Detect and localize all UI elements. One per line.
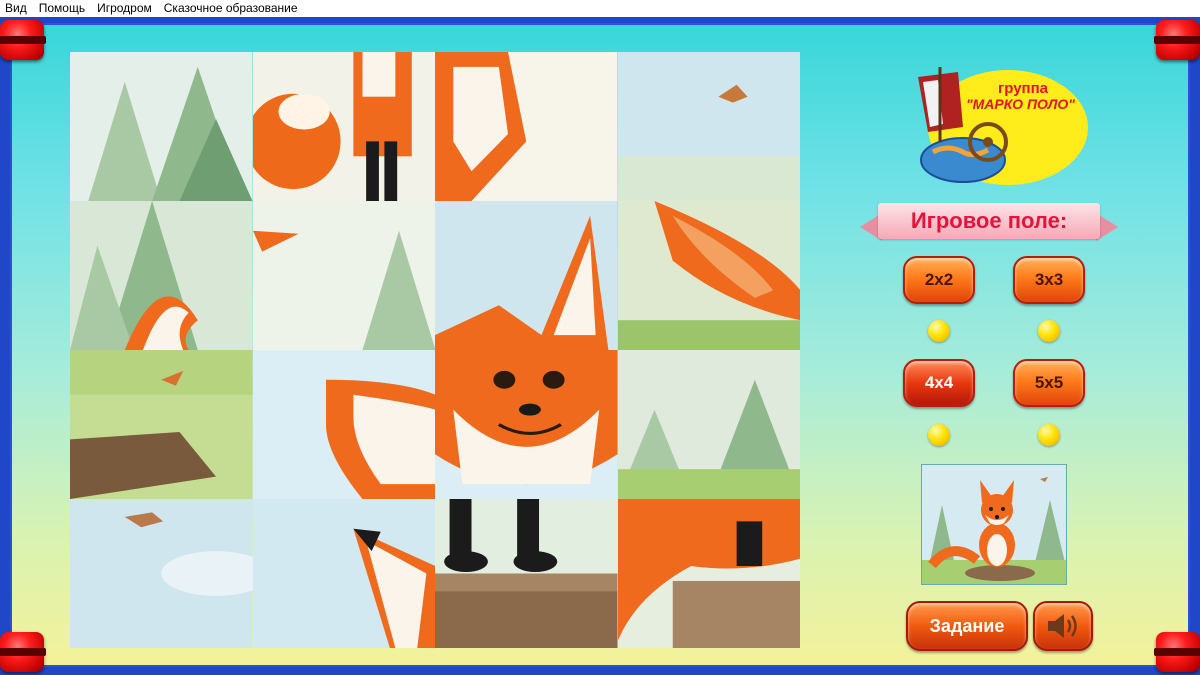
menu-item-igrodrom[interactable]: Игродром <box>91 0 158 17</box>
puzzle-tile[interactable] <box>70 52 253 201</box>
menu-item-fairy-education[interactable]: Сказочное образование <box>158 0 304 17</box>
size-4x4-indicator <box>928 424 950 446</box>
puzzle-tile[interactable] <box>252 201 435 350</box>
logo-line1: группа <box>998 80 1049 97</box>
speaker-icon <box>1048 614 1077 638</box>
task-button[interactable]: Задание <box>906 601 1028 651</box>
marco-polo-logo: группа "МАРКО ПОЛО" <box>908 62 1088 186</box>
red-lamp-icon <box>1154 20 1200 60</box>
puzzle-tile[interactable] <box>70 499 253 648</box>
size-2x2-indicator <box>928 320 950 342</box>
puzzle-tile[interactable] <box>435 201 618 350</box>
puzzle-tile[interactable] <box>617 350 800 499</box>
puzzle-tile[interactable] <box>617 499 800 648</box>
puzzle-tile[interactable] <box>435 52 618 201</box>
sound-button[interactable] <box>1033 601 1093 651</box>
logo-line2: "МАРКО ПОЛО" <box>966 96 1075 112</box>
puzzle-tile[interactable] <box>617 52 800 201</box>
puzzle-board <box>70 52 800 648</box>
puzzle-tile[interactable] <box>252 350 435 499</box>
fox-preview-image <box>921 464 1067 585</box>
size-2x2-button[interactable]: 2x2 <box>903 256 975 304</box>
puzzle-tile[interactable] <box>435 499 618 648</box>
red-lamp-icon <box>1154 632 1200 672</box>
puzzle-tile[interactable] <box>617 201 800 350</box>
size-3x3-button[interactable]: 3x3 <box>1013 256 1085 304</box>
menu-item-help[interactable]: Помощь <box>33 0 91 17</box>
menu-bar: Вид Помощь Игродром Сказочное образовани… <box>0 0 1200 17</box>
menu-item-view[interactable]: Вид <box>0 0 33 17</box>
size-3x3-indicator <box>1038 320 1060 342</box>
size-5x5-button[interactable]: 5x5 <box>1013 359 1085 407</box>
size-5x5-indicator <box>1038 424 1060 446</box>
red-lamp-icon <box>0 20 46 60</box>
puzzle-tile[interactable] <box>70 201 253 350</box>
puzzle-tile[interactable] <box>252 499 435 648</box>
board-size-title: Игровое поле: <box>878 203 1100 239</box>
puzzle-tile[interactable] <box>252 52 435 201</box>
size-4x4-button[interactable]: 4x4 <box>903 359 975 407</box>
puzzle-tile[interactable] <box>70 350 253 499</box>
board-size-ribbon: Игровое поле: <box>860 203 1118 243</box>
red-lamp-icon <box>0 632 46 672</box>
puzzle-tile[interactable] <box>435 350 618 499</box>
